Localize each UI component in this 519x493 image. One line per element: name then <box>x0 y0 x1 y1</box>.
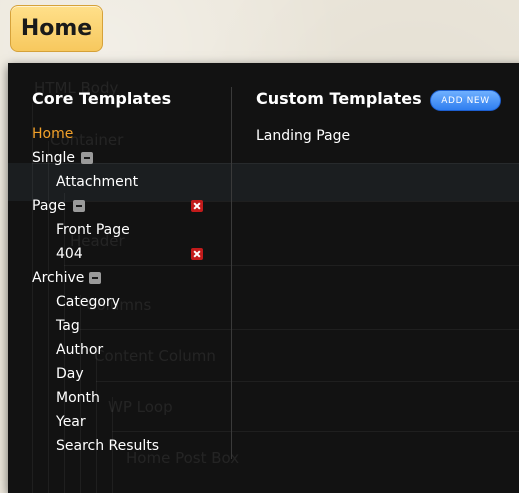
template-item-attachment[interactable]: Attachment <box>56 173 138 191</box>
template-item-single[interactable]: Single <box>32 149 75 167</box>
home-button[interactable]: Home <box>10 5 103 52</box>
home-button-label: Home <box>20 16 93 41</box>
template-item-month[interactable]: Month <box>56 389 100 407</box>
ghost-line <box>96 346 97 493</box>
template-item-tag[interactable]: Tag <box>56 317 80 335</box>
template-item-home[interactable]: Home <box>32 125 73 143</box>
template-item-landing-page[interactable]: Landing Page <box>256 127 350 145</box>
collapse-archive-icon[interactable] <box>89 272 101 284</box>
template-item-search-results[interactable]: Search Results <box>56 437 159 455</box>
ghost-line <box>112 431 519 432</box>
collapse-page-icon[interactable] <box>73 200 85 212</box>
templates-dropdown-panel: HTML Body Container Header Columns Conte… <box>8 63 519 493</box>
ghost-line <box>32 163 519 164</box>
template-item-day[interactable]: Day <box>56 365 84 383</box>
ghost-label: WP Loop <box>108 398 173 416</box>
add-new-button[interactable]: ADD NEW <box>430 90 501 111</box>
column-divider <box>231 87 232 459</box>
core-templates-title: Core Templates <box>32 89 172 108</box>
delete-404-icon[interactable] <box>191 248 203 260</box>
template-item-page[interactable]: Page <box>32 197 66 215</box>
ghost-label: Content Column <box>94 347 216 365</box>
template-item-year[interactable]: Year <box>56 413 86 431</box>
ghost-line <box>48 201 519 202</box>
collapse-single-icon[interactable] <box>81 152 93 164</box>
ghost-line <box>48 141 49 493</box>
template-item-category[interactable]: Category <box>56 293 120 311</box>
template-item-404[interactable]: 404 <box>56 245 83 263</box>
ghost-line <box>96 381 519 382</box>
template-item-author[interactable]: Author <box>56 341 103 359</box>
template-item-archive[interactable]: Archive <box>32 269 84 287</box>
ghost-line <box>64 265 519 266</box>
template-item-front-page[interactable]: Front Page <box>56 221 130 239</box>
custom-templates-title: Custom Templates <box>256 89 422 108</box>
ghost-line <box>80 329 519 330</box>
delete-page-icon[interactable] <box>191 200 203 212</box>
